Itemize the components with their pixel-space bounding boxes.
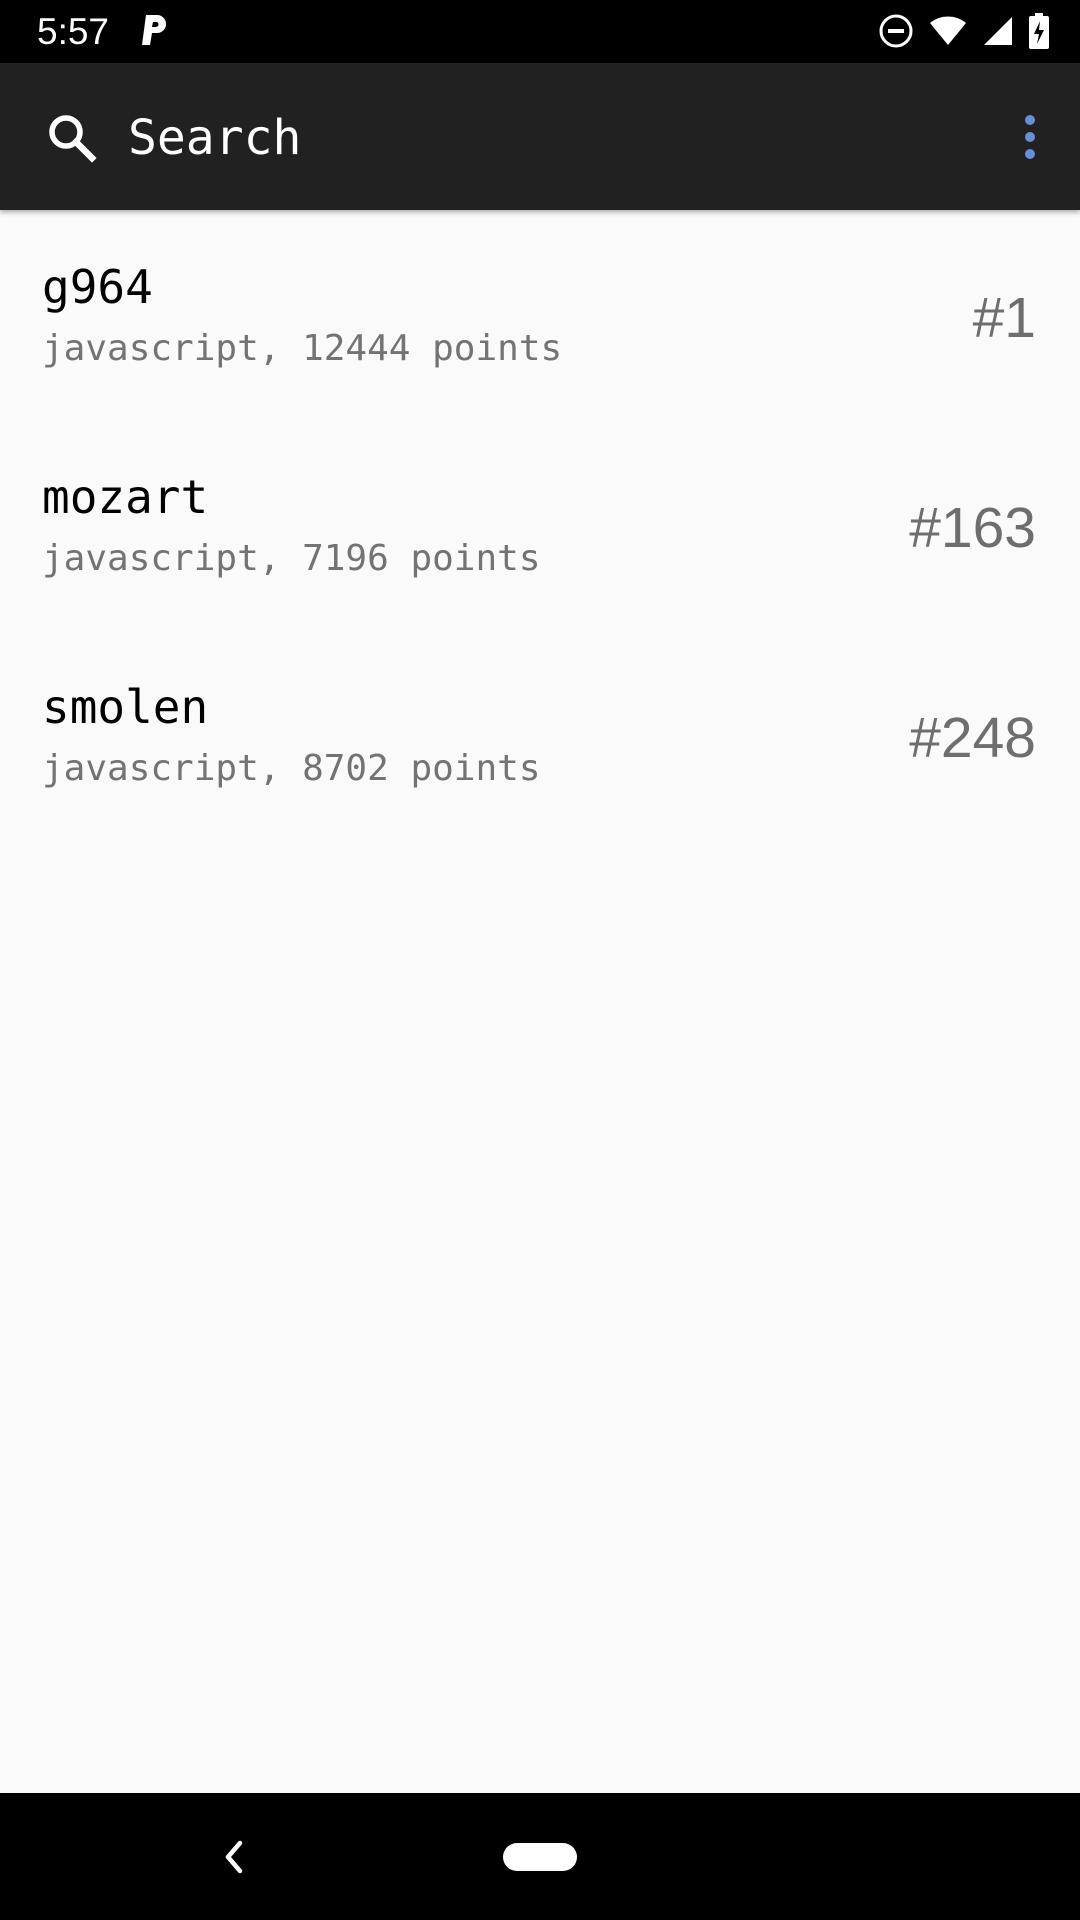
battery-charging-icon [1029,13,1049,49]
menu-dot [1025,149,1035,159]
home-pill-icon[interactable] [503,1843,577,1871]
list-item[interactable]: smolen javascript, 8702 points #248 [0,630,1080,840]
user-name: g964 [42,260,153,314]
user-language-points: javascript, 8702 points [42,748,541,789]
search-toolbar: Search [0,63,1080,210]
parking-icon [142,15,166,45]
user-name: smolen [42,680,209,734]
do-not-disturb-icon [879,14,913,48]
menu-dot [1025,132,1035,142]
user-rank: #248 [909,706,1036,770]
navigation-bar [0,1793,1080,1920]
user-rank: #1 [972,286,1036,350]
signal-icon [984,17,1012,45]
user-rank: #163 [909,496,1036,560]
list-item[interactable]: g964 javascript, 12444 points #1 [0,210,1080,420]
status-icons [878,12,1050,50]
status-bar: 5:57 [0,0,1080,63]
more-vert-icon[interactable] [1000,103,1060,171]
menu-dot [1025,115,1035,125]
search-icon[interactable] [45,111,99,165]
wifi-icon [930,16,966,45]
status-time: 5:57 [37,11,110,52]
user-name: mozart [42,470,209,524]
back-icon[interactable] [216,1837,252,1877]
search-field[interactable]: Search [128,110,301,166]
list-item[interactable]: mozart javascript, 7196 points #163 [0,420,1080,630]
user-language-points: javascript, 7196 points [42,538,541,579]
user-language-points: javascript, 12444 points [42,328,563,369]
user-results-list: g964 javascript, 12444 points #1 mozart … [0,210,1080,840]
